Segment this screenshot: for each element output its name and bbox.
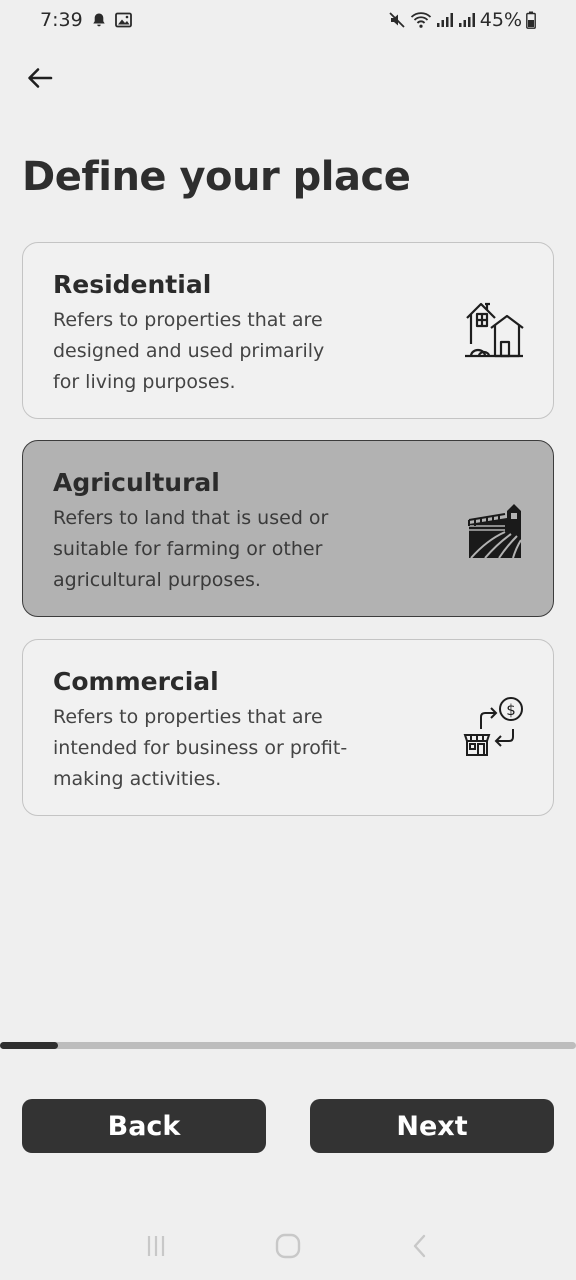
bell-icon [91, 12, 107, 28]
farm-icon [461, 496, 525, 560]
house-icon [461, 298, 525, 362]
battery-icon [526, 11, 536, 29]
svg-text:$: $ [506, 701, 516, 719]
option-card-residential[interactable]: Residential Refers to properties that ar… [22, 242, 554, 419]
option-card-commercial[interactable]: Commercial Refers to properties that are… [22, 639, 554, 816]
status-time: 7:39 [40, 9, 83, 31]
option-card-agricultural[interactable]: Agricultural Refers to land that is used… [22, 440, 554, 617]
status-left: 7:39 [40, 9, 132, 31]
card-description: Refers to properties that are intended f… [53, 706, 348, 790]
signal-icon [458, 12, 476, 28]
next-button[interactable]: Next [310, 1099, 554, 1153]
card-description: Refers to land that is used or suitable … [53, 507, 329, 591]
signal-icon [436, 12, 454, 28]
card-title: Agricultural [53, 468, 220, 497]
home-icon [274, 1232, 302, 1264]
recent-apps-icon [144, 1234, 168, 1262]
arrow-left-icon [27, 67, 53, 93]
page-title: Define your place [22, 154, 411, 200]
store-exchange-icon: $ [461, 695, 525, 759]
card-description: Refers to properties that are designed a… [53, 309, 325, 393]
status-right: 45% [388, 9, 536, 31]
battery-percent: 45% [479, 9, 522, 31]
recent-apps-button[interactable] [136, 1228, 176, 1268]
system-nav-bar [0, 1222, 576, 1274]
progress-bar [0, 1042, 576, 1049]
image-icon [114, 12, 132, 28]
screen: 7:39 45% Define your place Residential R… [0, 0, 576, 1280]
back-button[interactable]: Back [22, 1099, 266, 1153]
back-arrow-button[interactable] [22, 62, 58, 98]
system-back-button[interactable] [400, 1228, 440, 1268]
chevron-left-icon [410, 1233, 430, 1263]
home-button[interactable] [268, 1228, 308, 1268]
mute-icon [388, 11, 406, 29]
card-title: Commercial [53, 667, 219, 696]
status-bar: 7:39 45% [0, 0, 576, 40]
progress-fill [0, 1042, 58, 1049]
wifi-icon [410, 11, 432, 29]
card-title: Residential [53, 270, 212, 299]
